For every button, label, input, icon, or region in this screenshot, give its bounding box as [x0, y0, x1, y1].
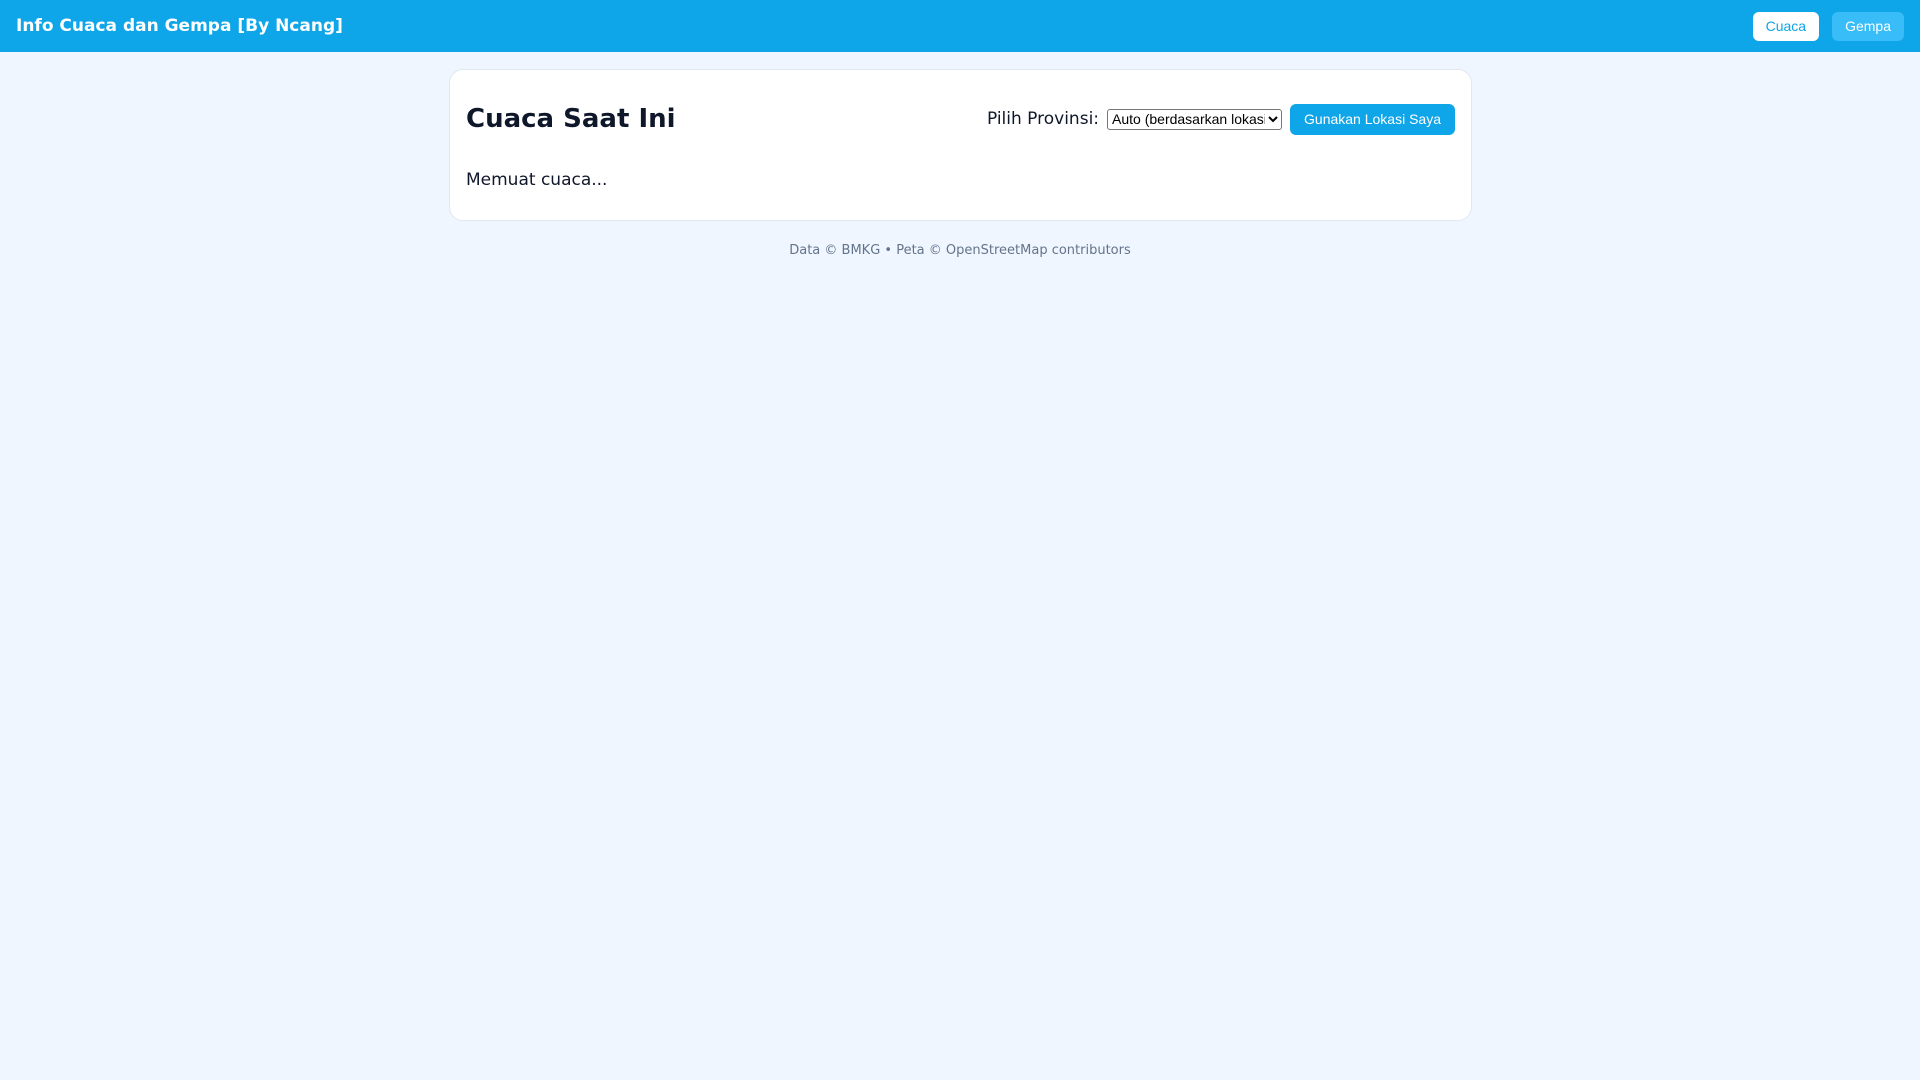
main-nav: Cuaca Gempa — [1752, 11, 1904, 41]
top-navbar: Info Cuaca dan Gempa [By Ncang] Cuaca Ge… — [0, 0, 1920, 52]
weather-card-header: Cuaca Saat Ini Pilih Provinsi: Auto (ber… — [466, 86, 1455, 152]
weather-card: Cuaca Saat Ini Pilih Provinsi: Auto (ber… — [449, 69, 1472, 221]
loading-status: Memuat cuaca... — [466, 170, 608, 190]
province-label: Pilih Provinsi: — [986, 109, 1100, 129]
nav-gempa-button[interactable]: Gempa — [1832, 11, 1904, 41]
page-title: Cuaca Saat Ini — [466, 104, 676, 134]
nav-cuaca-button[interactable]: Cuaca — [1752, 11, 1820, 41]
province-controls: Pilih Provinsi: Auto (berdasarkan lokasi… — [986, 103, 1455, 135]
app-title: Info Cuaca dan Gempa [By Ncang] — [16, 16, 343, 36]
province-select[interactable]: Auto (berdasarkan lokasi) — [1107, 108, 1283, 130]
attribution-footer: Data © BMKG • Peta © OpenStreetMap contr… — [789, 243, 1131, 258]
use-my-location-button[interactable]: Gunakan Lokasi Saya — [1290, 103, 1455, 135]
